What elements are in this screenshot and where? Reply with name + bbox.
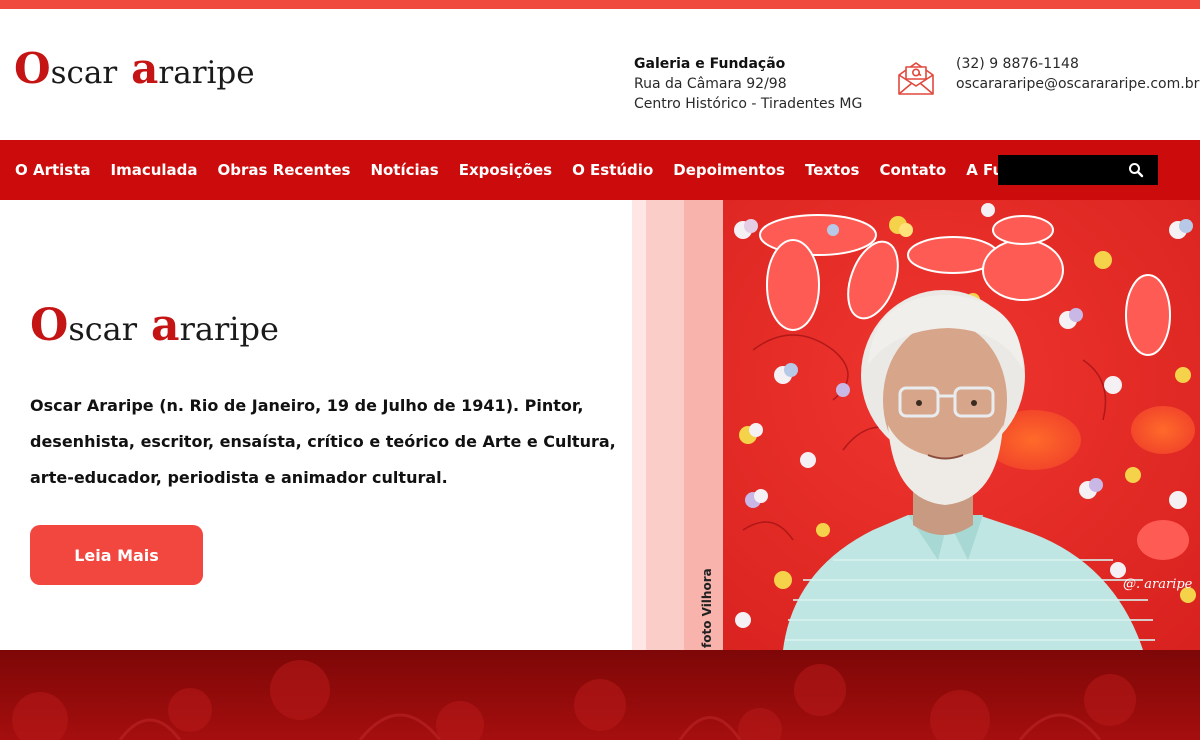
- bottom-decorative-band: [0, 650, 1200, 740]
- main-nav: O Artista Imaculada Obras Recentes Notíc…: [0, 140, 1200, 200]
- hero-logo-word-raripe: raripe: [179, 310, 279, 348]
- artist-bio: Oscar Araripe (n. Rio de Janeiro, 19 de …: [30, 396, 616, 487]
- nav-item-o-artista[interactable]: O Artista: [15, 161, 91, 179]
- hero-logo: Oscar araripe: [30, 304, 279, 348]
- address-line-street: Rua da Câmara 92/98: [634, 76, 787, 92]
- gallery-address: Galeria e Fundação Rua da Câmara 92/98 C…: [634, 54, 862, 114]
- hero-logo-word-scar: scar: [68, 310, 138, 348]
- nav-item-imaculada[interactable]: Imaculada: [111, 161, 198, 179]
- site-logo[interactable]: Oscar araripe: [14, 48, 255, 90]
- bottom-band-pattern: [0, 650, 1200, 740]
- nav-item-noticias[interactable]: Notícias: [370, 161, 438, 179]
- nav-item-textos[interactable]: Textos: [805, 161, 860, 179]
- nav-item-contato[interactable]: Contato: [879, 161, 946, 179]
- search-box: [998, 155, 1158, 185]
- address-line-city: Centro Histórico - Tiradentes MG: [634, 96, 863, 112]
- logo-initial-a: a: [131, 44, 159, 93]
- top-accent-bar: [0, 0, 1200, 9]
- mail-icon: [898, 62, 934, 95]
- painting-signature: @. araripe: [1123, 577, 1193, 592]
- portrait-image: @. araripe: [723, 200, 1200, 650]
- logo-word-raripe: raripe: [158, 55, 255, 91]
- nav-item-o-estudio[interactable]: O Estúdio: [572, 161, 653, 179]
- decorative-stripe: [632, 200, 646, 650]
- search-icon[interactable]: [1128, 162, 1144, 178]
- nav-item-obras-recentes[interactable]: Obras Recentes: [218, 161, 351, 179]
- logo-initial-o: O: [14, 44, 51, 93]
- photo-credit: foto Vilhora: [700, 568, 714, 648]
- decorative-stripe: [646, 200, 684, 650]
- hero-logo-initial-o: O: [30, 300, 69, 351]
- read-more-button[interactable]: Leia Mais: [30, 525, 203, 585]
- phone-number[interactable]: (32) 9 8876-1148: [956, 54, 1199, 74]
- logo-word-scar: scar: [50, 55, 118, 91]
- nav-item-depoimentos[interactable]: Depoimentos: [673, 161, 785, 179]
- hero-logo-initial-a: a: [151, 300, 180, 351]
- contact-info: (32) 9 8876-1148 oscarararipe@oscararari…: [956, 54, 1199, 94]
- nav-menu: O Artista Imaculada Obras Recentes Notíc…: [15, 140, 1084, 200]
- artist-portrait-photo: @. araripe: [723, 200, 1200, 650]
- address-title: Galeria e Fundação: [634, 56, 786, 72]
- header: Oscar araripe Galeria e Fundação Rua da C…: [0, 9, 1200, 140]
- hero-section: Oscar araripe Oscar Araripe (n. Rio de Ja…: [0, 200, 1200, 650]
- email-link[interactable]: oscarararipe@oscarararipe.com.br: [956, 74, 1199, 94]
- search-input[interactable]: [998, 155, 1122, 185]
- nav-item-exposicoes[interactable]: Exposições: [459, 161, 552, 179]
